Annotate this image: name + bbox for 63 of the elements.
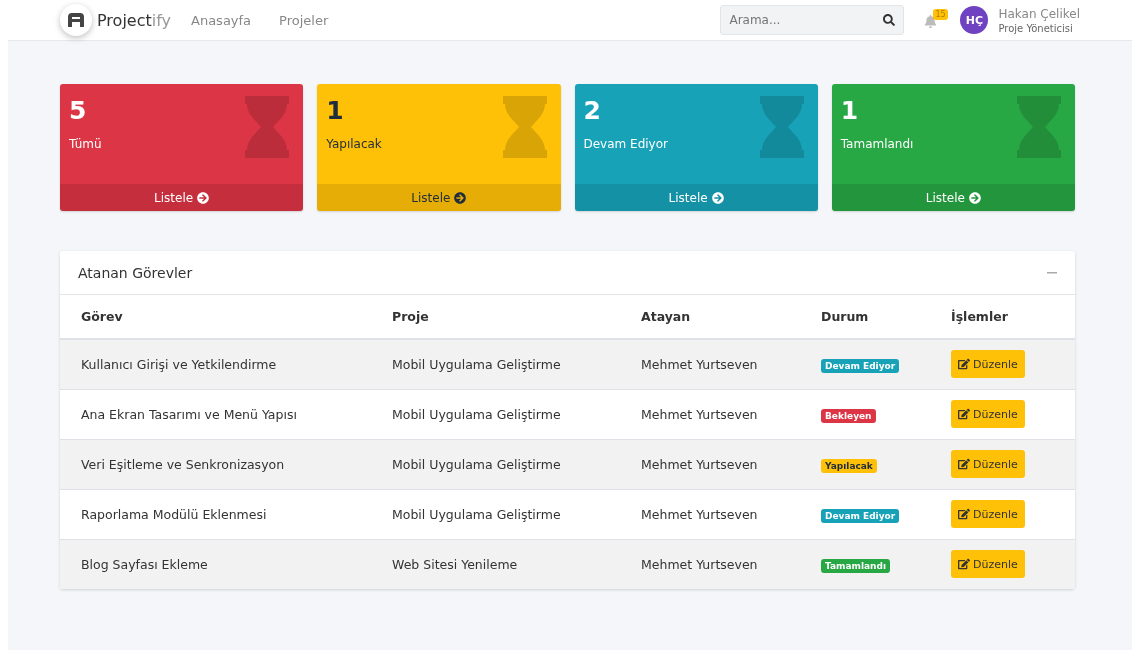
table-cell: Web Sitesi Yenileme <box>371 539 620 589</box>
table-cell: Veri Eşitleme ve Senkronizasyon <box>60 439 371 489</box>
table-cell: Ana Ekran Tasarımı ve Menü Yapısı <box>60 389 371 439</box>
search-field[interactable]: Arama... <box>720 5 905 35</box>
hourglass-icon <box>757 96 806 158</box>
table-cell: Mehmet Yurtseven <box>620 339 800 389</box>
list-link[interactable]: Listele <box>831 184 1075 211</box>
table-cell: Mobil Uygulama Geliştirme <box>371 489 620 539</box>
table-cell: Mobil Uygulama Geliştirme <box>371 439 620 489</box>
table-cell: Mehmet Yurtseven <box>620 439 800 489</box>
edit-button[interactable]: Düzenle <box>951 400 1025 428</box>
collapse-icon[interactable] <box>1047 271 1057 274</box>
edit-button[interactable]: Düzenle <box>951 500 1025 528</box>
table-cell: Blog Sayfası Ekleme <box>60 539 371 589</box>
stat-value: 2 <box>583 96 602 125</box>
edit-icon <box>958 358 970 371</box>
status-badge: Yapılacak <box>821 458 877 473</box>
table-cell: Raporlama Modülü Eklenmesi <box>60 489 371 539</box>
arrow-icon <box>711 191 724 204</box>
logo-icon <box>60 4 92 36</box>
edit-button[interactable]: Düzenle <box>951 450 1025 478</box>
table-cell: Mehmet Yurtseven <box>620 489 800 539</box>
hourglass-icon <box>500 96 549 158</box>
stat-value: 5 <box>69 96 88 125</box>
edit-button[interactable]: Düzenle <box>951 350 1025 379</box>
hourglass-icon <box>243 96 292 158</box>
edit-icon <box>958 408 970 420</box>
table-cell: Mehmet Yurtseven <box>620 539 800 589</box>
arrow-icon <box>197 191 210 204</box>
table-cell: Kullanıcı Girişi ve Yetkilendirme <box>60 339 371 389</box>
table-cell: Mehmet Yurtseven <box>620 389 800 439</box>
edit-icon <box>958 458 970 470</box>
notification-count: 15 <box>933 9 948 20</box>
status-badge: Bekleyen <box>821 408 876 423</box>
user-avatar[interactable]: HÇ <box>960 6 989 34</box>
user-role: Proje Yöneticisi <box>998 22 1074 34</box>
hourglass-icon <box>1015 96 1063 158</box>
bell-icon[interactable] <box>924 15 938 28</box>
arrow-icon <box>968 191 981 204</box>
stat-label: Devam Ediyor <box>583 137 668 151</box>
stat-value: 1 <box>326 96 345 125</box>
status-badge: Devam Ediyor <box>821 508 900 523</box>
stat-label: Yapılacak <box>326 137 382 151</box>
nav-link[interactable]: Projeler <box>279 12 329 28</box>
list-link[interactable]: Listele <box>60 184 304 211</box>
edit-button[interactable]: Düzenle <box>951 550 1025 579</box>
stat-label: Tamamlandı <box>840 137 914 151</box>
arrow-icon <box>454 191 467 204</box>
edit-icon <box>958 508 970 520</box>
edit-icon <box>958 558 970 571</box>
stat-value: 1 <box>840 96 860 125</box>
list-link[interactable]: Listele <box>317 184 561 211</box>
status-badge: Devam Ediyor <box>821 358 900 373</box>
search-icon[interactable] <box>883 14 896 26</box>
nav-link[interactable]: Anasayfa <box>191 12 252 28</box>
stat-label: Tümü <box>69 137 102 151</box>
user-name: Hakan Çelikel <box>998 6 1080 21</box>
status-badge: Tamamlandı <box>821 558 890 573</box>
panel-title: Atanan Görevler <box>78 264 193 281</box>
brand-name: Projectify <box>97 10 171 30</box>
table-cell: Mobil Uygulama Geliştirme <box>371 339 620 389</box>
table-cell: Mobil Uygulama Geliştirme <box>371 389 620 439</box>
list-link[interactable]: Listele <box>574 184 818 211</box>
